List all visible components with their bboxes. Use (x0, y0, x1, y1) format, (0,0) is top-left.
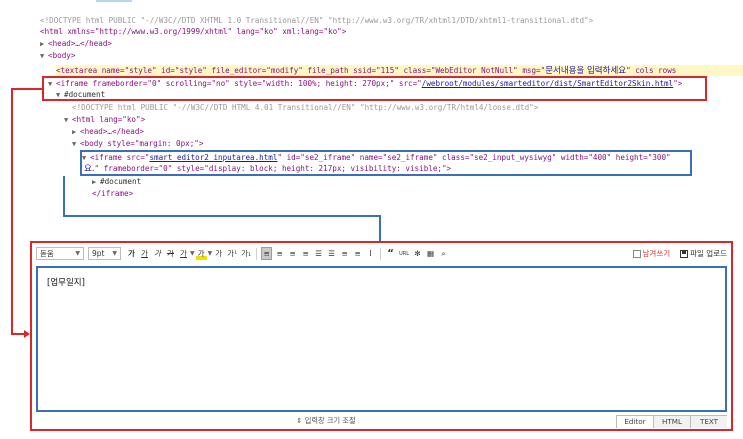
iframe1-node[interactable]: ▼ <iframe frameborder="0" scrolling="no" … (48, 78, 682, 89)
file-upload-button[interactable]: 파일 업로드 (690, 248, 727, 259)
body2-tag-text: <body style="margin: 0px;"> (80, 139, 204, 148)
editor-content-area[interactable]: [업무일지] (36, 266, 727, 412)
body2-node[interactable]: ▼ <body style="margin: 0px;"> (72, 138, 203, 149)
chevron-down-icon: ▼ (75, 250, 80, 257)
textarea-tag-rest: " cols rows (626, 66, 677, 75)
iframe2-tag-line2: " frameborder="0" style="display: block;… (94, 164, 452, 173)
background-color-button[interactable]: 가 (195, 247, 207, 260)
align-right-button[interactable]: ≡ (287, 247, 298, 260)
editor-footer: ⇕ 입력창 크기 조절 Editor HTML TEXT (36, 415, 727, 428)
red-connector-h1 (11, 88, 44, 90)
textarea-tag-text: <textarea name="style" id="style" file_e… (56, 66, 546, 75)
indent-button[interactable]: ≡ (352, 247, 363, 260)
html2-tag-text: <html lang="ko"> (72, 115, 146, 124)
chevron-down-icon[interactable]: ▼ (190, 250, 195, 257)
collapse-arrow-icon[interactable]: ▼ (72, 139, 80, 150)
tab-editor[interactable]: Editor (616, 416, 653, 428)
editor-content-text: [업무일지] (47, 278, 85, 288)
collapse-arrow-icon[interactable]: ▼ (64, 115, 72, 126)
align-justify-button[interactable]: ≡ (300, 247, 311, 260)
iframe2-tag-attrs: " id="se2_iframe" name="se2_iframe" clas… (277, 153, 671, 162)
collapse-arrow-icon[interactable]: ▼ (40, 51, 48, 62)
blue-connector-h (63, 215, 381, 217)
upload-disk-icon[interactable] (680, 249, 689, 258)
expand-arrow-icon[interactable]: ▶ (40, 39, 48, 50)
table-button[interactable]: ▦ (425, 247, 436, 260)
underline-button[interactable]: 가 (139, 247, 150, 260)
textarea-msg-text: 문서내용을 입력하세요 (545, 66, 627, 76)
unordered-list-button[interactable]: ☰ (326, 247, 337, 260)
document1-text: #document (64, 90, 106, 99)
iframe1-tag-close: "> (673, 79, 683, 88)
document1-node[interactable]: ▼ #document (56, 89, 105, 100)
devtools-tab-indicator (96, 0, 132, 2)
align-left-button[interactable]: ≡ (261, 247, 273, 260)
tab-text[interactable]: TEXT (690, 416, 727, 428)
iframe-close-text: </iframe> (92, 189, 134, 198)
body-node[interactable]: ▼ <body> (40, 50, 75, 61)
document2-node[interactable]: ▶ #document (92, 176, 141, 187)
chevron-down-icon: ▼ (112, 250, 117, 257)
html-tag-text: <html xmlns="http://www.w3.org/1999/xhtm… (40, 27, 347, 36)
doctype2-text: <!DOCTYPE html PUBLIC "-//W3C//DTD HTML … (72, 103, 539, 112)
font-color-button[interactable]: 가 (178, 247, 189, 260)
subscript-button[interactable]: 가₁ (240, 247, 252, 260)
textarea-node[interactable]: <textarea name="style" id="style" file_e… (56, 65, 743, 76)
doctype2-line[interactable]: <!DOCTYPE html PUBLIC "-//W3C//DTD HTML … (72, 102, 538, 113)
blue-connector-v1 (63, 176, 65, 217)
editor-right-tools: 남겨쓰기 파일 업로드 (632, 248, 727, 259)
special-char-button[interactable]: ✻ (412, 247, 423, 260)
toolbar-divider (380, 247, 382, 260)
font-family-select[interactable]: 돋움 ▼ (36, 247, 84, 260)
doctype-text: <!DOCTYPE html PUBLIC "-//W3C//DTD XHTML… (40, 16, 594, 25)
font-size-button[interactable]: 가 (213, 247, 224, 260)
collapse-arrow-icon[interactable]: ▼ (56, 90, 64, 101)
quote-button[interactable]: “ (385, 247, 396, 260)
strikethrough-button[interactable]: 가 (165, 247, 176, 260)
preview-label[interactable]: 남겨쓰기 (643, 248, 671, 259)
outdent-button[interactable]: ≡ (339, 247, 350, 260)
iframe2-node[interactable]: ▼ <iframe src="smart_editor2_inputarea.ht… (82, 152, 671, 163)
link-button[interactable]: URL (398, 247, 410, 260)
iframe2-node-line2[interactable]: 요." frameborder="0" style="display: bloc… (84, 163, 451, 174)
html2-node[interactable]: ▼ <html lang="ko"> (64, 114, 145, 125)
iframe2-src-link[interactable]: smart_editor2_inputarea.html (149, 153, 277, 162)
line-height-button[interactable]: I (365, 247, 376, 260)
find-replace-button[interactable]: ⌕ (438, 247, 449, 260)
red-connector-v (11, 88, 13, 335)
bold-button[interactable]: 가 (126, 247, 137, 260)
preview-checkbox[interactable] (632, 249, 641, 258)
expand-arrow-icon[interactable]: ▶ (92, 177, 100, 188)
font-family-value: 돋움 (40, 249, 54, 258)
head2-tag-text: <head>…</head> (80, 127, 145, 136)
resize-handle[interactable]: ⇕ 입력창 크기 조절 (36, 416, 616, 426)
ordered-list-button[interactable]: ☰ (313, 247, 324, 260)
italic-button[interactable]: 가 (152, 247, 163, 260)
tab-html[interactable]: HTML (653, 416, 690, 428)
document2-text: #document (100, 177, 142, 186)
align-center-button[interactable]: ≡ (274, 247, 285, 260)
head-node[interactable]: ▶ <head>…</head> (40, 38, 112, 49)
editor-mode-tabs: Editor HTML TEXT (616, 415, 727, 428)
head2-node[interactable]: ▶ <head>…</head> (72, 126, 144, 137)
iframe2-tag-text: <iframe src=" (90, 153, 150, 162)
doctype-line[interactable]: <!DOCTYPE html PUBLIC "-//W3C//DTD XHTML… (40, 15, 593, 26)
expand-arrow-icon[interactable]: ▶ (72, 127, 80, 138)
font-size-value: 9pt (92, 249, 105, 258)
html-node[interactable]: <html xmlns="http://www.w3.org/1999/xhtm… (40, 26, 346, 37)
head-tag-text: <head>…</head> (48, 39, 113, 48)
iframe2-ko-text: 요. (84, 164, 95, 174)
iframe-close-node[interactable]: </iframe> (92, 188, 133, 199)
chevron-down-icon[interactable]: ▼ (208, 250, 213, 257)
collapse-arrow-icon[interactable]: ▼ (48, 79, 56, 90)
editor-toolbar: 돋움 ▼ 9pt ▼ 가 가 가 가 가 ▼ 가 ▼ 가 가¹ 가₁ ≡ ≡ ≡ ≡… (36, 245, 727, 262)
iframe1-tag-text: <iframe frameborder="0" scrolling="no" s… (56, 79, 422, 88)
body-tag-text: <body> (48, 51, 76, 60)
toolbar-divider (256, 247, 258, 260)
iframe1-src-link[interactable]: /webroot/modules/smarteditor/dist/SmartE… (422, 79, 673, 88)
font-size-select[interactable]: 9pt ▼ (88, 247, 121, 260)
smart-editor: 돋움 ▼ 9pt ▼ 가 가 가 가 가 ▼ 가 ▼ 가 가¹ 가₁ ≡ ≡ ≡ ≡… (30, 241, 733, 431)
superscript-button[interactable]: 가¹ (226, 247, 238, 260)
